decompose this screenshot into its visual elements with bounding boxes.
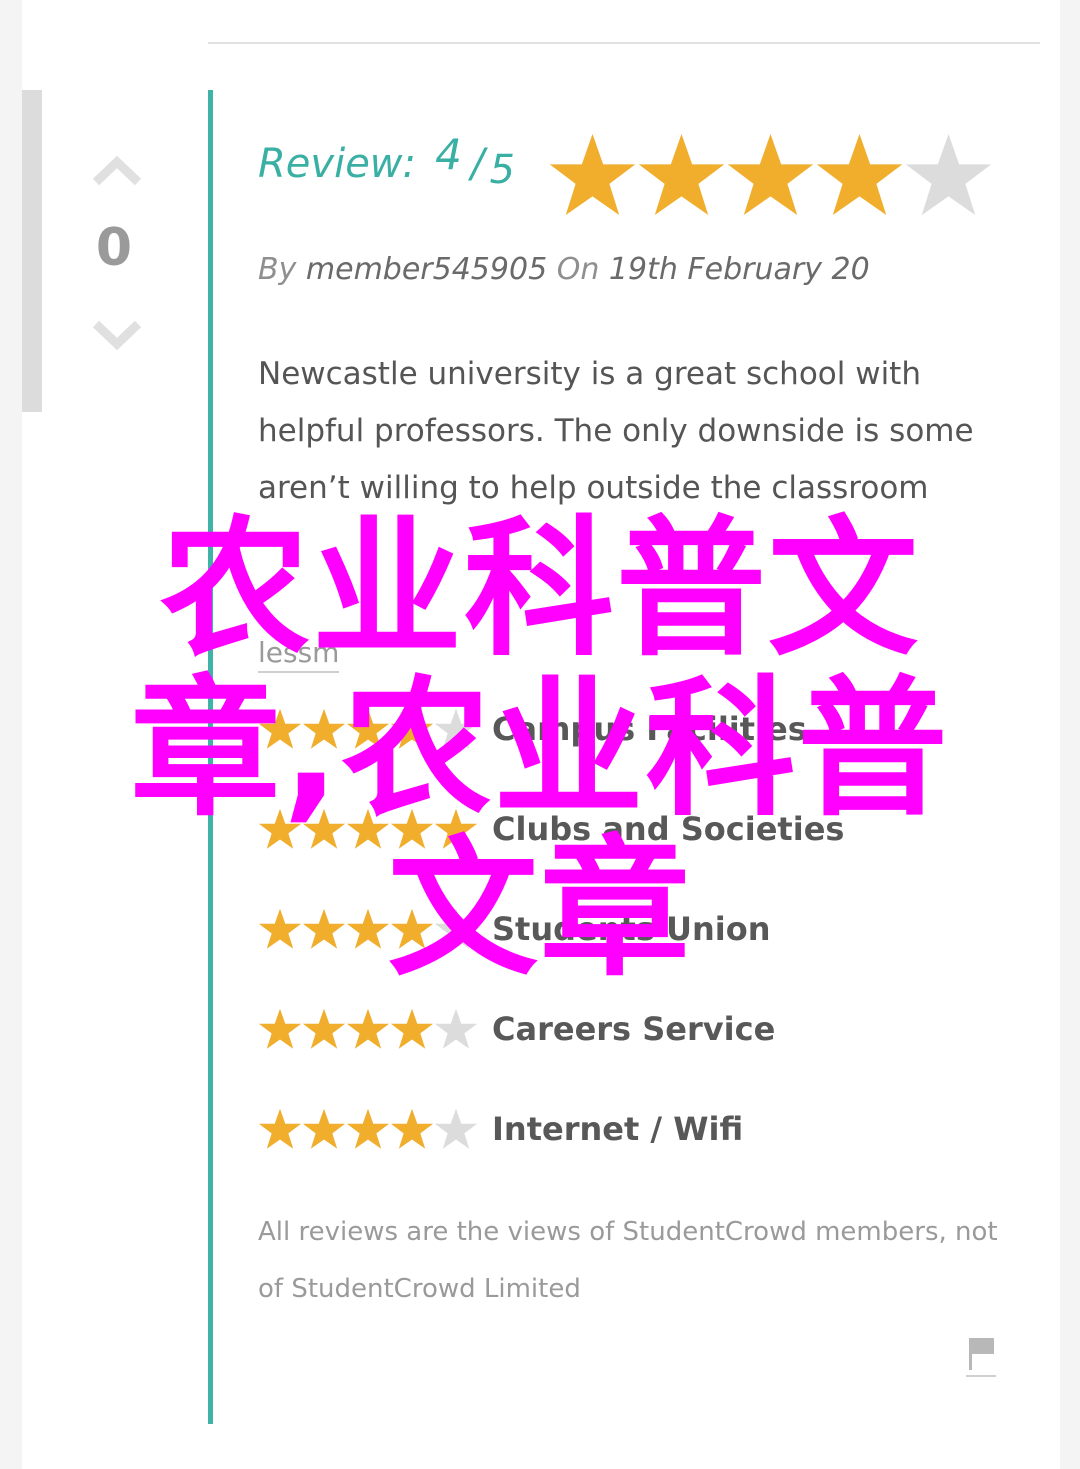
byline: By member545905 On 19th February 20	[258, 252, 870, 287]
divider	[208, 42, 1040, 44]
star-filled-icon	[302, 1108, 346, 1149]
star-filled-icon	[346, 1108, 390, 1149]
category-label: Internet / Wifi	[492, 1110, 744, 1148]
disclaimer: All reviews are the views of StudentCrow…	[258, 1217, 998, 1304]
star-empty-icon	[434, 1108, 478, 1149]
review-slash: /	[470, 141, 485, 187]
star-filled-icon	[727, 134, 814, 216]
star-empty-icon	[434, 1008, 478, 1049]
review-label: Review:	[258, 141, 416, 187]
author-name[interactable]: member545905	[306, 252, 547, 287]
chevron-up-icon[interactable]	[92, 154, 142, 188]
vote-count: 0	[95, 218, 133, 278]
star-filled-icon	[638, 134, 725, 216]
star-filled-icon	[549, 134, 636, 216]
watermark-overlay: 农业科普文章,农业科普文章	[130, 503, 950, 997]
star-filled-icon	[258, 1108, 302, 1149]
review-out-of: 5	[489, 147, 515, 193]
review-date: 19th February 20	[608, 252, 870, 287]
vote-bar	[22, 90, 42, 412]
review-body: Newcastle university is a great school w…	[258, 356, 974, 506]
category-stars	[258, 1007, 480, 1051]
by-text: By	[258, 252, 297, 287]
chevron-down-icon[interactable]	[92, 318, 142, 352]
star-filled-icon	[346, 1008, 390, 1049]
overall-rating-stars	[548, 132, 993, 222]
review-score: Review: 4 / 5	[258, 130, 515, 198]
star-filled-icon	[390, 1108, 434, 1149]
flag-icon[interactable]	[966, 1334, 996, 1378]
star-filled-icon	[816, 134, 903, 216]
category-stars	[258, 1107, 480, 1151]
category-label: Careers Service	[492, 1010, 776, 1048]
on-text: On	[556, 252, 600, 287]
star-filled-icon	[302, 1008, 346, 1049]
star-filled-icon	[258, 1008, 302, 1049]
category-rating-row: Internet / Wifi	[258, 1104, 743, 1154]
star-empty-icon	[905, 134, 992, 216]
category-rating-row: Careers Service	[258, 1004, 775, 1054]
review-score-value: 4	[435, 130, 462, 179]
star-filled-icon	[390, 1008, 434, 1049]
